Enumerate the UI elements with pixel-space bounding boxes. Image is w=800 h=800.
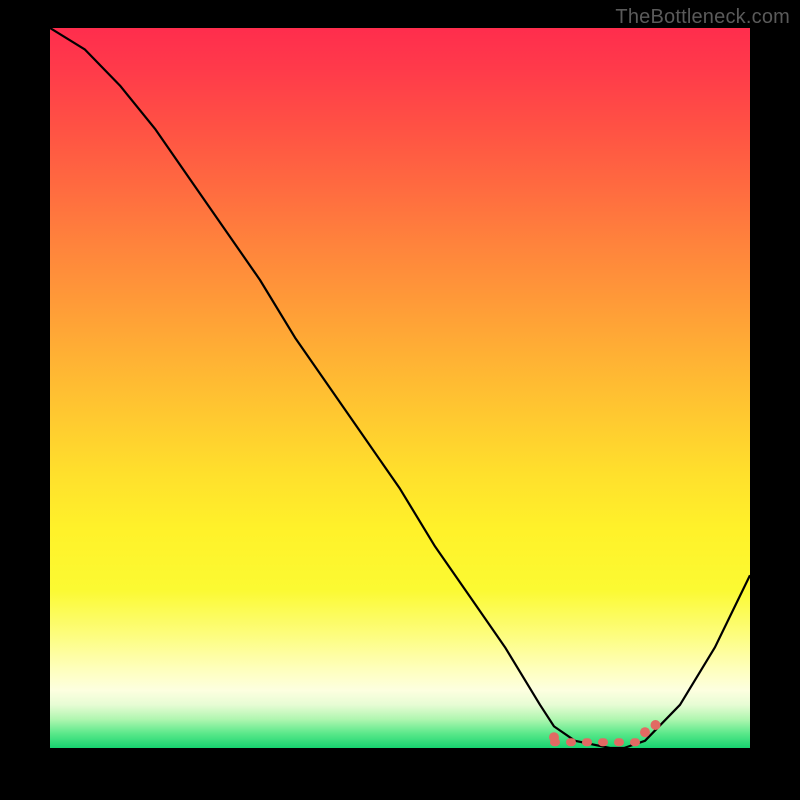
marker-dot	[651, 720, 661, 730]
bottleneck-curve	[50, 28, 750, 748]
curve-layer	[50, 28, 750, 748]
marker-dot	[549, 732, 559, 742]
plot-area	[50, 28, 750, 748]
marker-dot	[640, 727, 650, 737]
watermark-text: TheBottleneck.com	[615, 6, 790, 29]
chart-frame: TheBottleneck.com	[0, 0, 800, 800]
